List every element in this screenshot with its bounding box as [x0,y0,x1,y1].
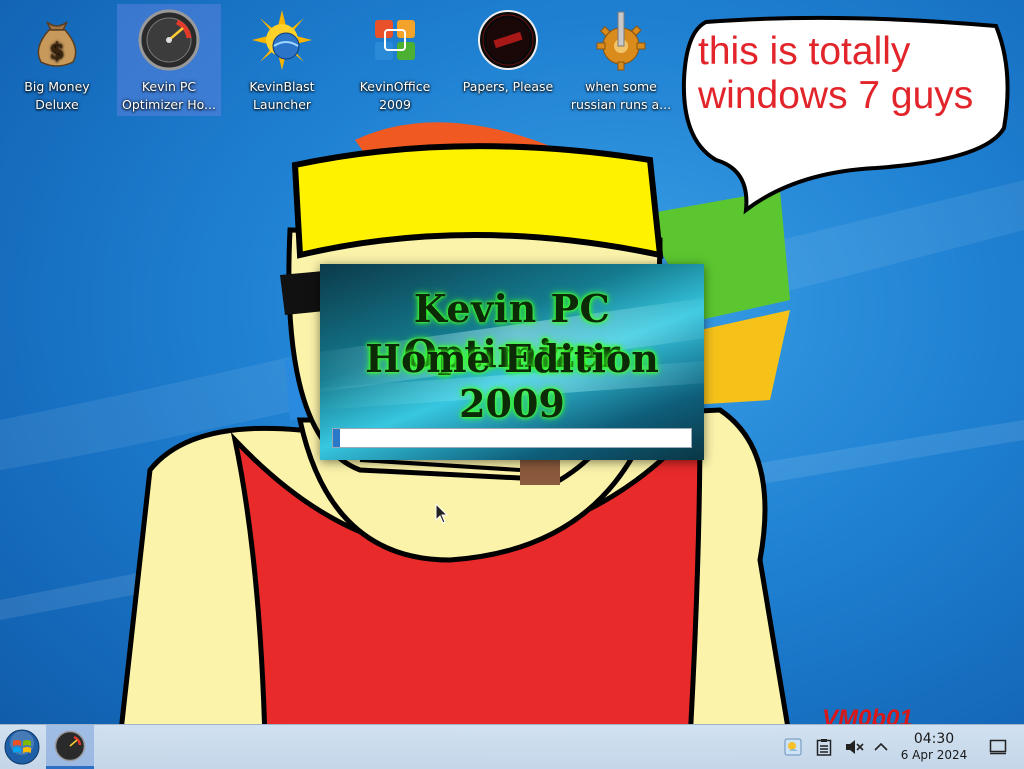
svg-text:$: $ [49,38,64,64]
speech-bubble-text: this is totally windows 7 guys [698,30,998,118]
clock-time: 04:30 [913,731,955,747]
speedometer-icon [54,730,86,762]
desktop-icon-big-money-deluxe[interactable]: $ Big Money Deluxe [5,4,109,116]
icon-label: Big Money Deluxe [24,79,90,112]
loading-progress-fill [333,429,341,447]
icon-label: Kevin PC Optimizer Ho... [122,79,216,112]
icon-label: Papers, Please [462,79,554,94]
windows-orb-icon[interactable] [4,729,40,765]
desktop-icon-kevin-pc-optimizer[interactable]: Kevin PC Optimizer Ho... [117,4,221,116]
desktop-icon-grid: $ Big Money Deluxe Kevin PC Optimizer Ho… [0,0,680,120]
taskbar-clock[interactable]: 04:30 6 Apr 2024 [892,731,976,763]
icon-label: when some russian runs a... [570,79,672,112]
tray-expand[interactable] [870,725,892,769]
sun-planet-icon [252,10,312,70]
weather-icon [784,738,802,756]
icon-label: KevinBlast Launcher [249,79,315,112]
tray-volume[interactable] [840,725,868,769]
taskbar: 04:30 6 Apr 2024 [0,724,1024,769]
desktop-icon-kevinblast-launcher[interactable]: KevinBlast Launcher [230,4,334,116]
gear-icon [596,11,646,71]
speech-bubble-line1: this is totally [698,30,911,73]
loading-progress-bar [332,428,692,448]
tray-clipboard[interactable] [811,725,837,769]
clock-date: 6 Apr 2024 [900,748,968,762]
desktop-icon-papers-please[interactable]: Papers, Please [456,4,560,116]
desktop-icon-kevinoffice-2009[interactable]: KevinOffice 2009 [343,4,447,116]
office-logo-icon [375,20,415,60]
splash-title-line2: Home Edition 2009 [365,336,659,426]
volume-muted-icon [846,740,864,754]
show-desktop-icon [989,739,1007,755]
desktop-icon-russian-runs[interactable]: when some russian runs a... [569,4,673,116]
speech-bubble-line2: windows 7 guys [698,74,974,117]
mouse-cursor-icon [435,503,449,524]
chevron-up-icon [874,742,888,751]
speedometer-icon [138,9,200,71]
icon-label: KevinOffice 2009 [359,79,431,112]
money-bag-icon: $ [37,21,77,67]
papers-please-seal-icon [478,10,538,70]
taskbar-app-kevin-pc-optimizer[interactable] [46,725,94,769]
optimizer-splash-window: Kevin PC Optimizer Home Edition 2009 [320,264,704,460]
show-desktop-button[interactable] [984,725,1012,769]
clipboard-icon [816,739,832,756]
tray-weather[interactable] [780,725,806,769]
